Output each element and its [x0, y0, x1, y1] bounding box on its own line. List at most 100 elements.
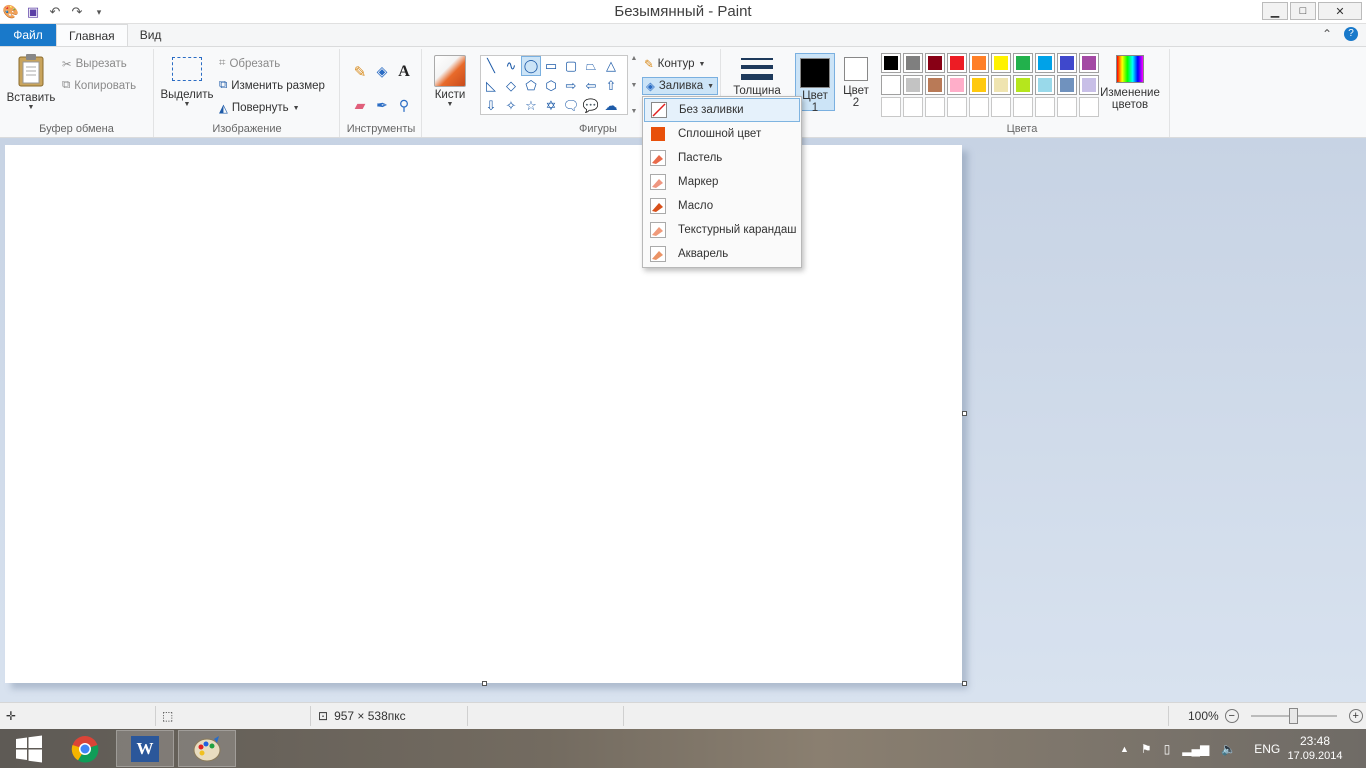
scroll-up-icon[interactable]: ▲ [631, 55, 638, 62]
volume-icon[interactable]: 🔈 [1221, 742, 1236, 756]
text-icon[interactable]: A [393, 63, 415, 85]
fill-button[interactable]: ◈ Заливка ▼ [642, 77, 719, 95]
custom-color-slot[interactable] [991, 97, 1011, 117]
color2-button[interactable]: Цвет 2 [837, 57, 875, 109]
shape-polygon[interactable]: ⏢ [581, 56, 601, 76]
start-button[interactable] [0, 730, 58, 767]
shape-four-point-star[interactable]: ✧ [501, 96, 521, 116]
select-button[interactable]: Выделить ▼ [159, 57, 215, 108]
color-swatch[interactable] [903, 75, 923, 95]
chrome-taskbar-button[interactable] [56, 730, 114, 767]
color-swatch[interactable] [969, 75, 989, 95]
help-icon[interactable]: ? [1344, 27, 1358, 41]
word-taskbar-button[interactable]: W [116, 730, 174, 767]
resize-handle-corner[interactable] [962, 681, 967, 686]
drawing-canvas[interactable] [5, 145, 962, 683]
shapes-scroll[interactable]: ▲ ▼ ▼ [629, 55, 639, 115]
fill-crayon-item[interactable]: Пастель [644, 146, 800, 170]
zoom-out-button[interactable]: − [1224, 709, 1239, 723]
language-indicator[interactable]: ENG [1254, 742, 1280, 756]
shape-right-triangle[interactable]: ◺ [481, 76, 501, 96]
custom-color-slot[interactable] [1057, 97, 1077, 117]
color-swatch[interactable] [1035, 53, 1055, 73]
tab-view[interactable]: Вид [128, 24, 174, 46]
tab-home[interactable]: Главная [56, 24, 128, 46]
cut-button[interactable]: ✂ Вырезать [62, 57, 127, 71]
size-button[interactable]: Толщина [730, 55, 784, 97]
paint-taskbar-button[interactable] [178, 730, 236, 767]
fill-marker-item[interactable]: Маркер [644, 170, 800, 194]
copy-button[interactable]: ⧉ Копировать [62, 79, 136, 92]
flag-icon[interactable]: ⚑ [1141, 742, 1152, 756]
color-swatch[interactable] [925, 75, 945, 95]
maximize-button[interactable]: □ [1290, 2, 1316, 20]
shape-up-arrow[interactable]: ⇧ [601, 76, 621, 96]
outline-button[interactable]: ✎ Контур ▼ [644, 57, 705, 71]
network-signal-icon[interactable]: ▂▄▆ [1182, 742, 1209, 756]
color-picker-icon[interactable]: ✒ [371, 97, 393, 119]
custom-color-slot[interactable] [1079, 97, 1099, 117]
custom-color-slot[interactable] [947, 97, 967, 117]
color-swatch[interactable] [947, 75, 967, 95]
edit-colors-button[interactable]: Изменение цветов [1097, 55, 1163, 111]
shape-triangle[interactable]: △ [601, 56, 621, 76]
shape-cloud-callout[interactable]: ☁ [601, 96, 621, 116]
pencil-icon[interactable]: ✎ [349, 63, 371, 85]
fill-solid-item[interactable]: Сплошной цвет [644, 122, 800, 146]
color-swatch[interactable] [991, 75, 1011, 95]
color-swatch[interactable] [1035, 75, 1055, 95]
shape-pentagon[interactable]: ⬠ [521, 76, 541, 96]
color-swatch[interactable] [991, 53, 1011, 73]
show-hidden-icons-icon[interactable]: ▲ [1120, 744, 1129, 754]
expand-gallery-icon[interactable]: ▼ [631, 108, 638, 115]
resize-handle-bottom[interactable] [482, 681, 487, 686]
fill-watercolor-item[interactable]: Акварель [644, 242, 800, 266]
shape-curve[interactable]: ∿ [501, 56, 521, 76]
fill-bucket-icon[interactable]: ◈ [371, 63, 393, 85]
crop-button[interactable]: ⌗ Обрезать [219, 57, 280, 70]
paste-button[interactable]: Вставить ▼ [6, 53, 56, 111]
shape-oval[interactable]: ◯ [521, 56, 541, 76]
color-swatch[interactable] [1079, 53, 1099, 73]
custom-color-slot[interactable] [925, 97, 945, 117]
shape-six-point-star[interactable]: ✡ [541, 96, 561, 116]
shape-line[interactable]: ╲ [481, 56, 501, 76]
shape-right-arrow[interactable]: ⇨ [561, 76, 581, 96]
custom-color-slot[interactable] [903, 97, 923, 117]
fill-none-item[interactable]: Без заливки [644, 98, 800, 122]
custom-color-slot[interactable] [969, 97, 989, 117]
color-swatch[interactable] [881, 53, 901, 73]
shape-left-arrow[interactable]: ⇦ [581, 76, 601, 96]
zoom-slider[interactable] [1250, 708, 1337, 724]
color-swatch[interactable] [925, 53, 945, 73]
close-button[interactable]: ✕ [1318, 2, 1362, 20]
fill-pencil-item[interactable]: Текстурный карандаш [644, 218, 800, 242]
shape-hexagon[interactable]: ⬡ [541, 76, 561, 96]
shape-rectangle[interactable]: ▭ [541, 56, 561, 76]
custom-color-slot[interactable] [1035, 97, 1055, 117]
shape-oval-callout[interactable]: 💬 [581, 96, 601, 116]
color-swatch[interactable] [1057, 53, 1077, 73]
color-swatch[interactable] [969, 53, 989, 73]
zoom-slider-thumb[interactable] [1289, 708, 1299, 724]
custom-color-slot[interactable] [1013, 97, 1033, 117]
shape-rounded-callout[interactable]: 🗨 [561, 96, 581, 116]
minimize-button[interactable]: ▁ [1262, 2, 1288, 20]
color-swatch[interactable] [1057, 75, 1077, 95]
battery-icon[interactable]: ▯ [1164, 742, 1171, 756]
shape-five-point-star[interactable]: ☆ [521, 96, 541, 116]
color-swatch[interactable] [1013, 75, 1033, 95]
shape-rounded-rectangle[interactable]: ▢ [561, 56, 581, 76]
brushes-button[interactable]: Кисти ▼ [427, 55, 473, 108]
collapse-ribbon-icon[interactable]: ⌃ [1322, 27, 1332, 41]
shape-down-arrow[interactable]: ⇩ [481, 96, 501, 116]
resize-button[interactable]: ⧉ Изменить размер [219, 79, 325, 92]
color-swatch[interactable] [903, 53, 923, 73]
resize-handle-right[interactable] [962, 411, 967, 416]
eraser-icon[interactable]: ▰ [349, 97, 371, 119]
color-swatch[interactable] [881, 75, 901, 95]
clock[interactable]: 23:48 17.09.2014 [1284, 729, 1346, 768]
tab-file[interactable]: Файл [0, 24, 56, 46]
color-swatch[interactable] [1079, 75, 1099, 95]
shape-diamond[interactable]: ◇ [501, 76, 521, 96]
